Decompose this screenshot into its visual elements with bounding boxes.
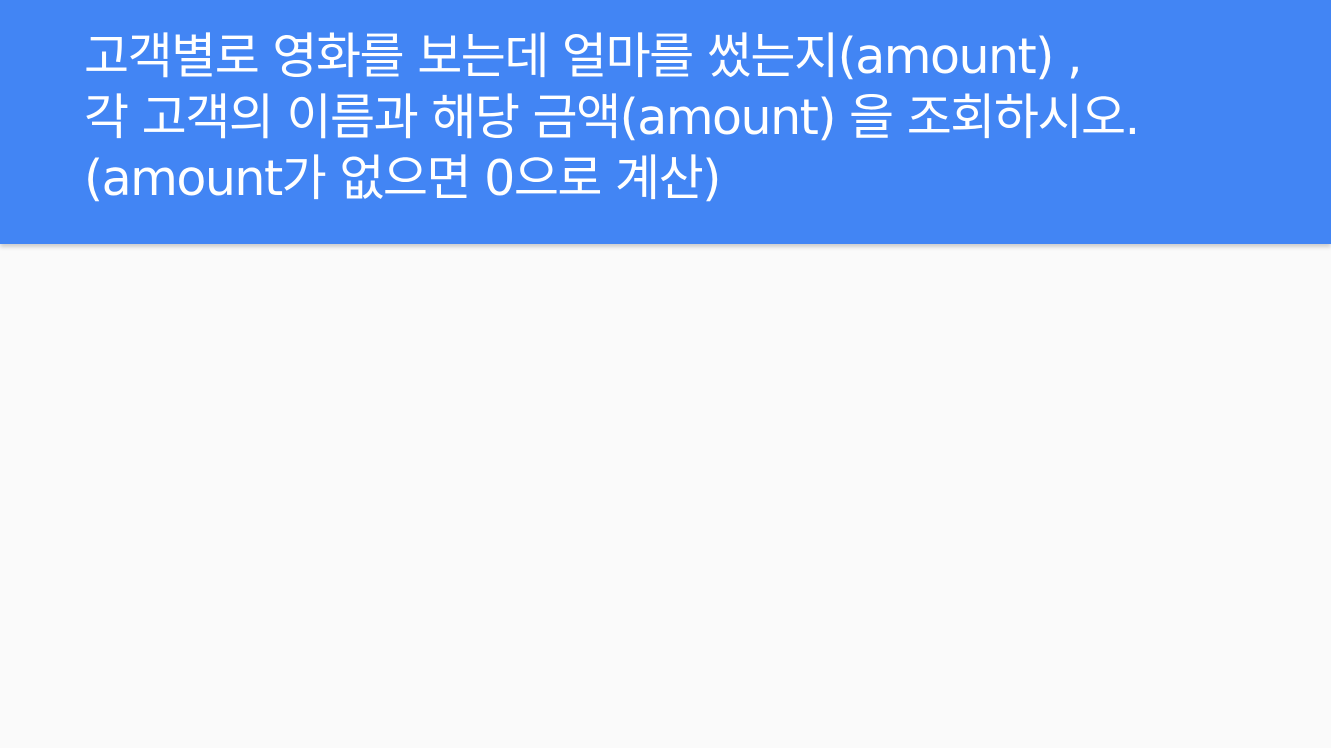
title-line-3: (amount가 없으면 0으로 계산) bbox=[84, 150, 721, 207]
slide-title: 고객별로 영화를 보는데 얼마를 썼는지(amount) , 각 고객의 이름과… bbox=[84, 26, 1304, 209]
slide: 고객별로 영화를 보는데 얼마를 썼는지(amount) , 각 고객의 이름과… bbox=[0, 0, 1331, 748]
title-line-2: 각 고객의 이름과 해당 금액(amount) 을 조회하시오. bbox=[84, 89, 1140, 146]
title-line-1: 고객별로 영화를 보는데 얼마를 썼는지(amount) , bbox=[84, 28, 1083, 85]
slide-body bbox=[0, 248, 1331, 748]
title-banner: 고객별로 영화를 보는데 얼마를 썼는지(amount) , 각 고객의 이름과… bbox=[0, 0, 1331, 244]
